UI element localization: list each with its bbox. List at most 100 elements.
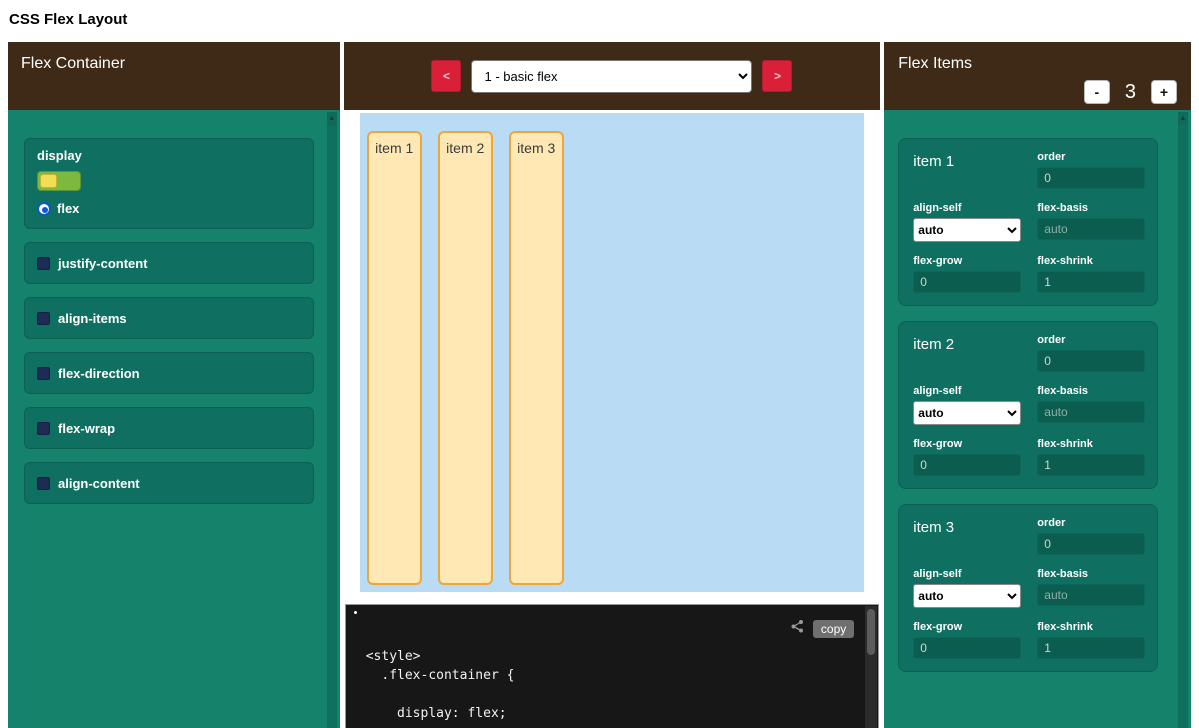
flex-container-title: Flex Container xyxy=(21,55,125,72)
align-self-label: align-self xyxy=(913,385,1021,397)
order-field: order xyxy=(1037,334,1145,372)
align-self-field: align-self auto xyxy=(913,202,1021,242)
flex-grow-label: flex-grow xyxy=(913,438,1021,450)
display-toggle[interactable] xyxy=(37,171,81,191)
caret-dot xyxy=(354,611,357,614)
code-scrollbar-thumb[interactable] xyxy=(867,609,875,655)
next-example-button[interactable]: > xyxy=(762,60,792,92)
flex-preview-container: item 1 item 2 item 3 xyxy=(360,113,865,592)
flex-radio[interactable] xyxy=(37,202,51,216)
increase-items-button[interactable]: + xyxy=(1151,80,1177,104)
flex-shrink-input[interactable] xyxy=(1037,271,1145,293)
flex-shrink-input[interactable] xyxy=(1037,454,1145,476)
display-section: display flex xyxy=(24,138,314,229)
property-section-align-items: align-items xyxy=(24,297,314,339)
item-card-title-cell: item 1 xyxy=(913,151,1021,189)
flex-items-header: Flex Items - 3 + xyxy=(884,42,1191,110)
order-input[interactable] xyxy=(1037,350,1145,372)
align-self-select[interactable]: auto xyxy=(913,218,1021,242)
order-field: order xyxy=(1037,151,1145,189)
flex-grow-input[interactable] xyxy=(913,637,1021,659)
justify-content-label: justify-content xyxy=(58,256,148,271)
prev-example-button[interactable]: < xyxy=(431,60,461,92)
flex-grow-input[interactable] xyxy=(913,271,1021,293)
flex-grow-label: flex-grow xyxy=(913,255,1021,267)
code-toolbar: copy xyxy=(789,618,854,639)
code-line: .flex-container { xyxy=(366,666,859,685)
item-card-title: item 2 xyxy=(913,336,954,353)
flex-grow-label: flex-grow xyxy=(913,621,1021,633)
flex-basis-field: flex-basis xyxy=(1037,568,1145,608)
order-input[interactable] xyxy=(1037,533,1145,555)
preview-item-2: item 2 xyxy=(438,131,493,585)
flex-shrink-field: flex-shrink xyxy=(1037,621,1145,659)
align-items-checkbox[interactable] xyxy=(37,312,50,325)
display-label: display xyxy=(37,148,301,163)
flex-grow-field: flex-grow xyxy=(913,621,1021,659)
flex-grow-field: flex-grow xyxy=(913,255,1021,293)
flex-shrink-input[interactable] xyxy=(1037,637,1145,659)
display-flex-option: flex xyxy=(37,201,301,216)
code-panel: copy <style> .flex-container { display: … xyxy=(345,604,880,728)
item-card-title: item 1 xyxy=(913,153,954,170)
flex-items-title: Flex Items xyxy=(898,55,1177,73)
scroll-up-icon[interactable]: ▲ xyxy=(327,112,337,125)
preview-panel: < 1 - basic flex > item 1 item 2 item 3 xyxy=(344,42,881,728)
align-self-label: align-self xyxy=(913,202,1021,214)
page-title: CSS Flex Layout xyxy=(0,0,1199,42)
order-input[interactable] xyxy=(1037,167,1145,189)
left-scrollbar[interactable]: ▲ xyxy=(327,112,337,728)
flex-basis-input[interactable] xyxy=(1037,584,1145,606)
share-icon[interactable] xyxy=(789,618,805,639)
flex-shrink-field: flex-shrink xyxy=(1037,255,1145,293)
main-layout: Flex Container display flex justify-cont… xyxy=(0,42,1199,728)
order-field: order xyxy=(1037,517,1145,555)
flex-shrink-label: flex-shrink xyxy=(1037,255,1145,267)
property-section-flex-direction: flex-direction xyxy=(24,352,314,394)
flex-items-body: item 1 order align-self auto flex-basis xyxy=(884,110,1191,728)
flex-basis-label: flex-basis xyxy=(1037,568,1145,580)
flex-wrap-checkbox[interactable] xyxy=(37,422,50,435)
justify-content-checkbox[interactable] xyxy=(37,257,50,270)
item-card-2: item 2 order align-self auto flex-basis xyxy=(898,321,1158,489)
order-label: order xyxy=(1037,151,1145,163)
flex-basis-input[interactable] xyxy=(1037,401,1145,423)
align-self-field: align-self auto xyxy=(913,568,1021,608)
flex-grow-field: flex-grow xyxy=(913,438,1021,476)
align-self-select[interactable]: auto xyxy=(913,401,1021,425)
flex-basis-field: flex-basis xyxy=(1037,385,1145,425)
item-card-1: item 1 order align-self auto flex-basis xyxy=(898,138,1158,306)
flex-direction-label: flex-direction xyxy=(58,366,140,381)
decrease-items-button[interactable]: - xyxy=(1084,80,1110,104)
align-self-label: align-self xyxy=(913,568,1021,580)
order-label: order xyxy=(1037,334,1145,346)
scroll-up-icon[interactable]: ▲ xyxy=(1178,112,1188,125)
code-line xyxy=(366,685,859,704)
flex-radio-label: flex xyxy=(57,201,79,216)
flex-container-panel: Flex Container display flex justify-cont… xyxy=(8,42,340,728)
align-content-checkbox[interactable] xyxy=(37,477,50,490)
item-card-title-cell: item 3 xyxy=(913,517,1021,555)
preview-body: item 1 item 2 item 3 copy xyxy=(344,110,881,728)
flex-shrink-label: flex-shrink xyxy=(1037,621,1145,633)
flex-items-panel: Flex Items - 3 + item 1 order xyxy=(884,42,1191,728)
right-scrollbar[interactable]: ▲ xyxy=(1178,112,1188,728)
flex-direction-checkbox[interactable] xyxy=(37,367,50,380)
flex-container-header: Flex Container xyxy=(8,42,340,110)
flex-basis-input[interactable] xyxy=(1037,218,1145,240)
flex-grow-input[interactable] xyxy=(913,454,1021,476)
item-card-3: item 3 order align-self auto flex-basis xyxy=(898,504,1158,672)
code-line: <style> xyxy=(366,647,859,666)
flex-shrink-label: flex-shrink xyxy=(1037,438,1145,450)
flex-container-body: display flex justify-content align-items xyxy=(8,110,340,728)
code-scrollbar[interactable] xyxy=(865,606,877,728)
align-self-select[interactable]: auto xyxy=(913,584,1021,608)
property-section-align-content: align-content xyxy=(24,462,314,504)
flex-basis-label: flex-basis xyxy=(1037,385,1145,397)
item-counter: - 3 + xyxy=(1084,80,1177,104)
property-section-flex-wrap: flex-wrap xyxy=(24,407,314,449)
copy-button[interactable]: copy xyxy=(813,620,854,638)
align-content-label: align-content xyxy=(58,476,140,491)
example-select[interactable]: 1 - basic flex xyxy=(471,60,752,93)
flex-basis-label: flex-basis xyxy=(1037,202,1145,214)
